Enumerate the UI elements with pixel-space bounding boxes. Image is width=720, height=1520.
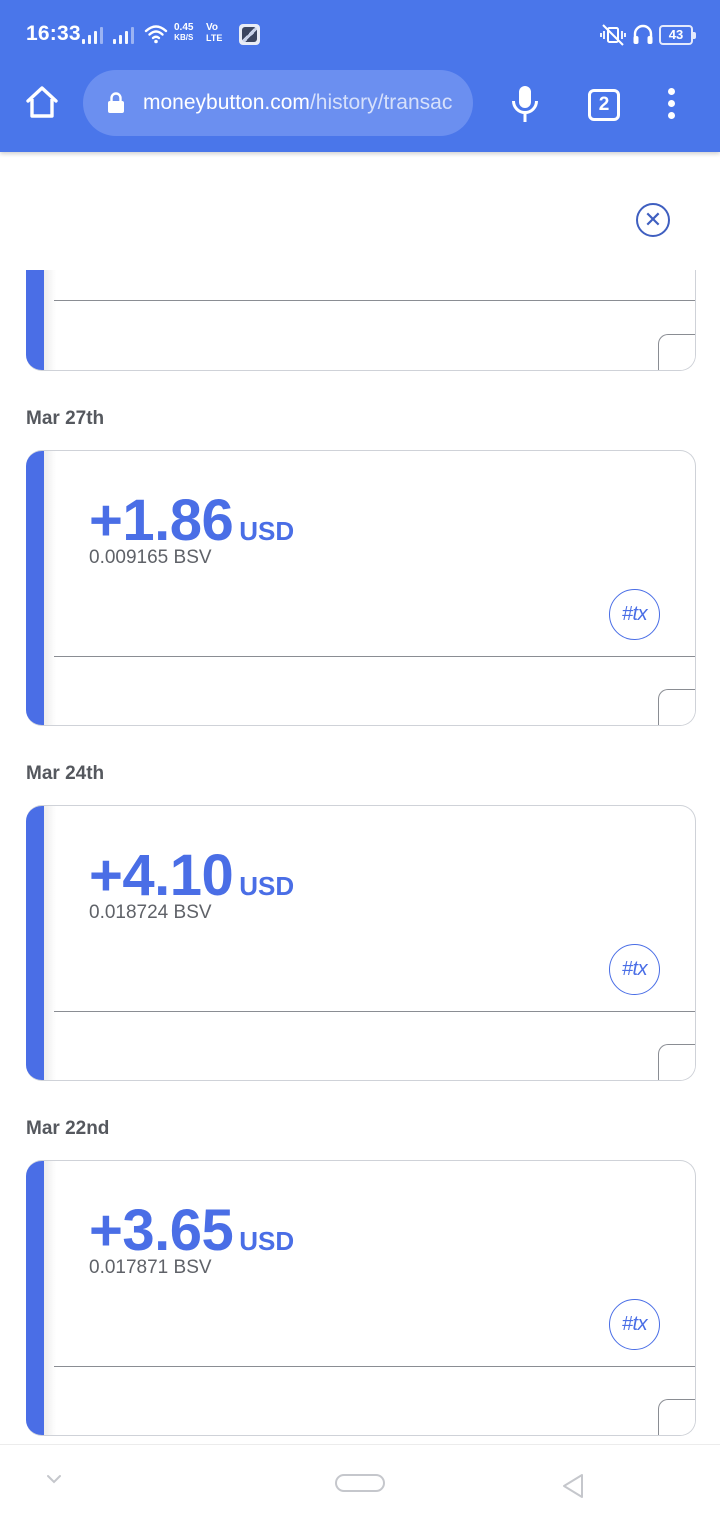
system-nav-bar — [0, 1444, 720, 1520]
card-corner-tab[interactable] — [658, 689, 695, 725]
card-separator — [54, 1011, 695, 1012]
battery-indicator: 43 — [659, 25, 696, 45]
browser-toolbar: moneybutton.com/history/transac 2 — [0, 70, 720, 152]
amount-value: +3.65 — [89, 1198, 234, 1263]
status-time: 16:33 — [26, 22, 81, 45]
transaction-card[interactable]: +3.65 USD 0.017871 BSV #tx — [26, 1160, 696, 1436]
card-accent — [26, 270, 44, 370]
card-shadow — [44, 1161, 56, 1435]
amount-currency: USD — [239, 871, 295, 901]
network-speed: 0.45 KB/S — [174, 23, 193, 43]
card-separator — [54, 656, 695, 657]
amount-currency: USD — [239, 1226, 295, 1256]
chevron-down-icon[interactable] — [45, 1473, 63, 1485]
signal-icon — [82, 26, 103, 44]
mic-icon[interactable] — [509, 84, 541, 124]
tab-switcher-button[interactable]: 2 — [588, 89, 620, 121]
lock-icon — [108, 92, 124, 113]
date-label: Mar 24th — [26, 763, 105, 784]
tx-link-button[interactable]: #tx — [609, 944, 660, 995]
bsv-amount: 0.017871 BSV — [89, 1257, 212, 1278]
transaction-card-partial — [26, 270, 696, 371]
volte-top: Vo — [206, 22, 219, 33]
date-label: Mar 22nd — [26, 1118, 110, 1139]
status-bar: 16:33 0.45 KB/S Vo LTE 43 — [0, 0, 720, 70]
volte-indicator: Vo LTE — [206, 22, 223, 44]
card-corner-tab[interactable] — [658, 1044, 695, 1080]
amount: +4.10 USD — [89, 842, 294, 909]
card-shadow — [44, 270, 56, 370]
amount-value: +4.10 — [89, 843, 234, 908]
signal-icon-2 — [113, 26, 134, 44]
card-accent — [26, 806, 44, 1080]
transaction-card[interactable]: +4.10 USD 0.018724 BSV #tx — [26, 805, 696, 1081]
url-domain: moneybutton.com — [143, 91, 310, 114]
card-accent — [26, 451, 44, 725]
amount: +3.65 USD — [89, 1197, 294, 1264]
bsv-amount: 0.009165 BSV — [89, 547, 212, 568]
card-separator — [54, 1366, 695, 1367]
card-corner-tab[interactable] — [658, 1399, 695, 1435]
app-notification-icon — [239, 24, 260, 45]
tx-link-button[interactable]: #tx — [609, 589, 660, 640]
headset-icon — [633, 24, 653, 44]
bsv-amount: 0.018724 BSV — [89, 902, 212, 923]
network-speed-value: 0.45 — [174, 22, 194, 33]
amount: +1.86 USD — [89, 487, 294, 554]
card-separator — [54, 300, 695, 301]
url-text: moneybutton.com/history/transac — [143, 91, 452, 115]
card-shadow — [44, 451, 56, 725]
card-corner-tab[interactable] — [658, 334, 695, 370]
nav-back-icon[interactable] — [560, 1472, 586, 1500]
vibrate-mute-icon — [600, 24, 626, 46]
nav-home-button[interactable] — [335, 1474, 385, 1492]
date-label: Mar 27th — [26, 408, 105, 429]
amount-value: +1.86 — [89, 488, 234, 553]
address-bar[interactable]: moneybutton.com/history/transac — [83, 70, 473, 136]
wifi-icon — [144, 25, 168, 44]
card-shadow — [44, 806, 56, 1080]
tx-link-button[interactable]: #tx — [609, 1299, 660, 1350]
volte-bottom: LTE — [206, 33, 223, 43]
transaction-card[interactable]: +1.86 USD 0.009165 BSV #tx — [26, 450, 696, 726]
url-path: /history/transac — [309, 91, 453, 114]
amount-currency: USD — [239, 516, 295, 546]
close-button[interactable]: ✕ — [636, 203, 670, 237]
browser-chrome: 16:33 0.45 KB/S Vo LTE 43 moneybutton.co… — [0, 0, 720, 152]
more-vert-icon[interactable] — [666, 88, 678, 122]
card-accent — [26, 1161, 44, 1435]
network-speed-unit: KB/S — [174, 33, 194, 42]
home-icon[interactable] — [24, 84, 60, 120]
